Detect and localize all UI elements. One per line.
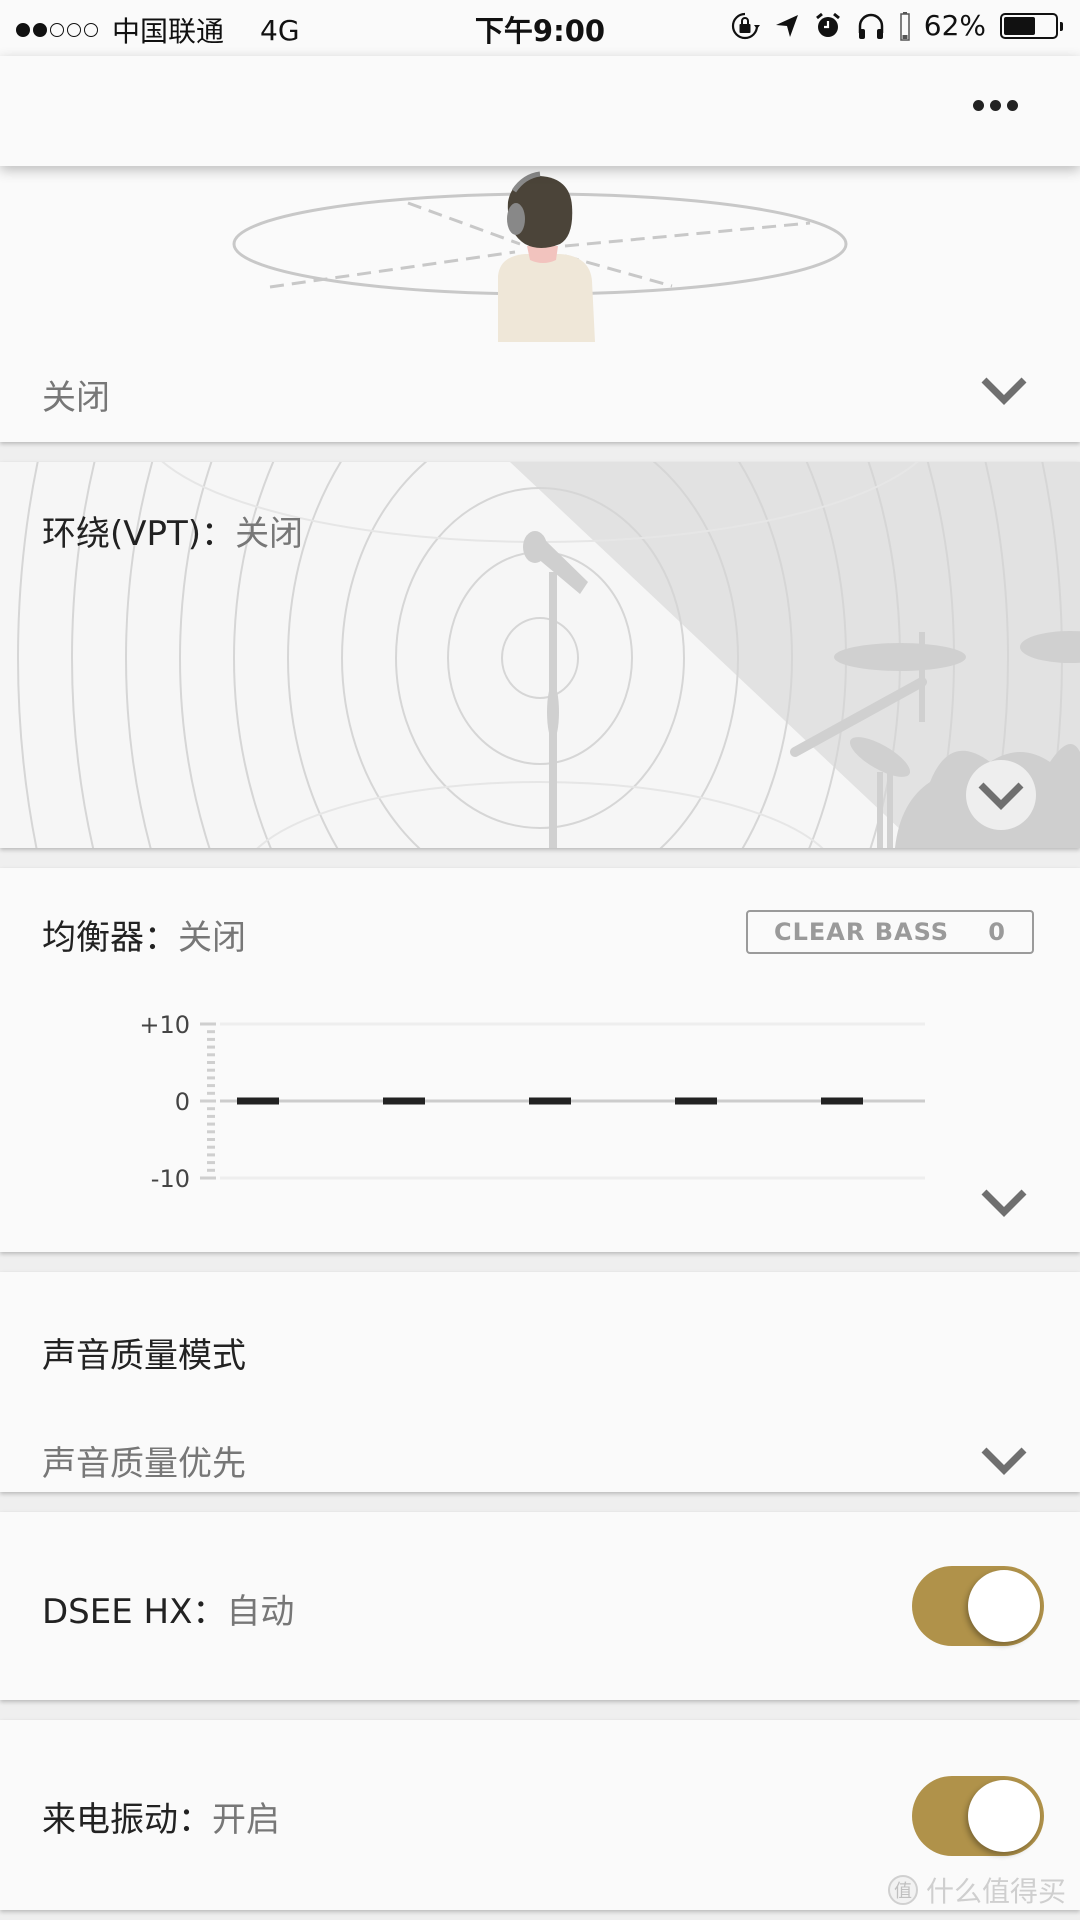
equalizer-chart: +10 0 -10 xyxy=(139,1011,925,1193)
y-tick-mark xyxy=(207,1138,215,1141)
surround-illustration xyxy=(232,171,848,342)
y-tick-mark xyxy=(207,1107,215,1111)
vibration-label: 来电振动： xyxy=(42,1800,212,1840)
vpt-card: 环绕(VPT)：关闭 xyxy=(0,462,1080,848)
y-tick-mark xyxy=(207,1037,215,1041)
eq-band-handle[interactable] xyxy=(383,1097,425,1105)
y-tick-mark xyxy=(200,1176,216,1180)
y-tick-label: 0 xyxy=(175,1088,190,1116)
sound-quality-dropdown-button[interactable] xyxy=(980,1444,1028,1476)
chevron-down-icon xyxy=(981,377,1027,405)
chevron-down-icon xyxy=(981,1447,1027,1475)
y-tick-mark xyxy=(207,1053,215,1057)
y-tick-label: +10 xyxy=(139,1011,190,1039)
chevron-down-icon xyxy=(978,782,1024,810)
eq-band-handle[interactable] xyxy=(237,1097,279,1105)
equalizer-value: 关闭 xyxy=(178,918,246,958)
vibration-toggle[interactable] xyxy=(912,1776,1044,1856)
y-tick-mark xyxy=(207,1084,215,1088)
dsee-hx-card: DSEE HX：自动 xyxy=(0,1512,1080,1700)
y-tick-mark xyxy=(207,1068,215,1072)
status-bar: 中国联通 4G 下午9:00 62% xyxy=(0,0,1080,56)
y-tick-mark xyxy=(207,1114,215,1118)
y-tick-mark xyxy=(207,1091,215,1095)
vibration-value: 开启 xyxy=(212,1800,280,1840)
vpt-label: 环绕(VPT)： xyxy=(42,514,236,554)
eq-band-handle[interactable] xyxy=(529,1097,571,1105)
app-header xyxy=(0,56,1080,166)
battery-fill xyxy=(1004,16,1035,35)
dsee-label: DSEE HX： xyxy=(42,1592,227,1632)
y-tick-mark xyxy=(200,1099,216,1103)
surround-expand-button[interactable] xyxy=(980,374,1028,406)
more-options-button[interactable] xyxy=(967,94,1024,117)
equalizer-card: 均衡器：关闭 CLEAR BASS 0 +10 0 -10 xyxy=(0,868,1080,1252)
surround-card: 关闭 xyxy=(0,166,1080,442)
sound-quality-title: 声音质量模式 xyxy=(42,1336,246,1376)
headphone-battery-icon xyxy=(900,11,910,41)
alarm-icon xyxy=(815,12,840,37)
equalizer-expand-button[interactable] xyxy=(980,1186,1028,1218)
equalizer-label: 均衡器： xyxy=(42,918,178,958)
surround-value: 关闭 xyxy=(42,378,110,418)
watermark: 值 什么值得买 xyxy=(887,1870,1066,1910)
y-tick-mark xyxy=(207,1130,215,1134)
y-tick-mark xyxy=(207,1145,215,1149)
watermark-badge: 值 xyxy=(887,1875,918,1905)
y-tick-mark xyxy=(207,1168,215,1172)
y-tick-label: -10 xyxy=(151,1165,190,1193)
y-tick-mark xyxy=(207,1045,215,1049)
clear-bass-value: 0 xyxy=(988,918,1006,946)
battery-percent: 62% xyxy=(923,9,986,42)
eq-band-handle[interactable] xyxy=(821,1097,863,1105)
y-tick-mark xyxy=(207,1122,215,1126)
eq-band-handle[interactable] xyxy=(675,1097,717,1105)
toggle-knob xyxy=(968,1570,1040,1642)
vpt-value: 关闭 xyxy=(235,514,304,554)
location-icon xyxy=(775,14,798,37)
chevron-down-icon xyxy=(981,1189,1027,1217)
y-tick-mark xyxy=(207,1153,215,1157)
more-horizontal-icon xyxy=(973,100,984,111)
headphones-icon xyxy=(858,13,884,39)
clear-bass-label: CLEAR BASS xyxy=(774,918,950,946)
y-tick-mark xyxy=(207,1030,215,1034)
sound-quality-value[interactable]: 声音质量优先 xyxy=(42,1436,246,1485)
y-tick-mark xyxy=(207,1161,215,1165)
toggle-knob xyxy=(968,1780,1040,1852)
rotation-lock-icon xyxy=(731,12,760,39)
y-tick-mark xyxy=(207,1076,215,1080)
battery-icon xyxy=(1000,12,1063,39)
vpt-expand-button[interactable] xyxy=(966,760,1036,830)
sound-quality-card: 声音质量模式 声音质量优先 xyxy=(0,1272,1080,1492)
dsee-toggle[interactable] xyxy=(912,1566,1044,1646)
y-tick-mark xyxy=(200,1022,216,1026)
y-tick-mark xyxy=(207,1061,215,1064)
watermark-text: 什么值得买 xyxy=(925,1875,1066,1908)
dsee-value: 自动 xyxy=(226,1592,295,1632)
clear-bass-button[interactable]: CLEAR BASS 0 xyxy=(746,910,1034,954)
